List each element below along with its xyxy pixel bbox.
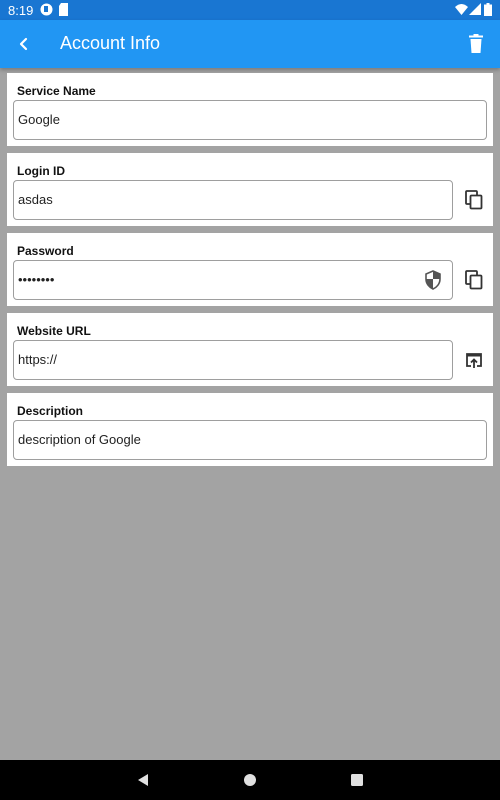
password-value: •••••••• [18,272,55,287]
description-card: Description description of Google [7,393,493,466]
page-title: Account Info [60,33,161,53]
password-card: Password •••••••• [7,233,493,306]
service-name-card: Service Name Google [7,73,493,146]
shield-icon[interactable] [424,270,442,290]
copy-password-button[interactable] [463,269,485,291]
copy-login-id-button[interactable] [463,189,485,211]
login-id-card: Login ID asdas [7,153,493,226]
home-circle-icon[interactable] [243,773,257,787]
battery-icon [484,3,492,16]
app-bar: Account Info [0,20,500,68]
website-url-label: Website URL [17,324,91,338]
description-label: Description [17,404,84,418]
status-bar: 8:19 [0,0,500,20]
trash-icon[interactable] [464,32,488,56]
back-triangle-icon[interactable] [136,773,150,787]
system-nav-bar [0,760,500,800]
wifi-icon [455,4,468,15]
status-time: 8:19 [8,3,34,18]
open-in-browser-icon[interactable] [463,349,485,371]
chevron-left-icon[interactable] [10,30,38,58]
service-name-label: Service Name [17,84,96,98]
website-url-card: Website URL https:// [7,313,493,386]
login-id-label: Login ID [17,164,65,178]
recents-square-icon[interactable] [350,773,364,787]
password-input[interactable]: •••••••• [13,260,453,300]
signal-icon [469,3,481,15]
service-name-input[interactable]: Google [13,100,487,140]
notification-icon [40,3,53,16]
sd-card-icon [59,3,68,16]
description-input[interactable]: description of Google [13,420,487,460]
website-url-input[interactable]: https:// [13,340,453,380]
password-label: Password [17,244,74,258]
login-id-input[interactable]: asdas [13,180,453,220]
